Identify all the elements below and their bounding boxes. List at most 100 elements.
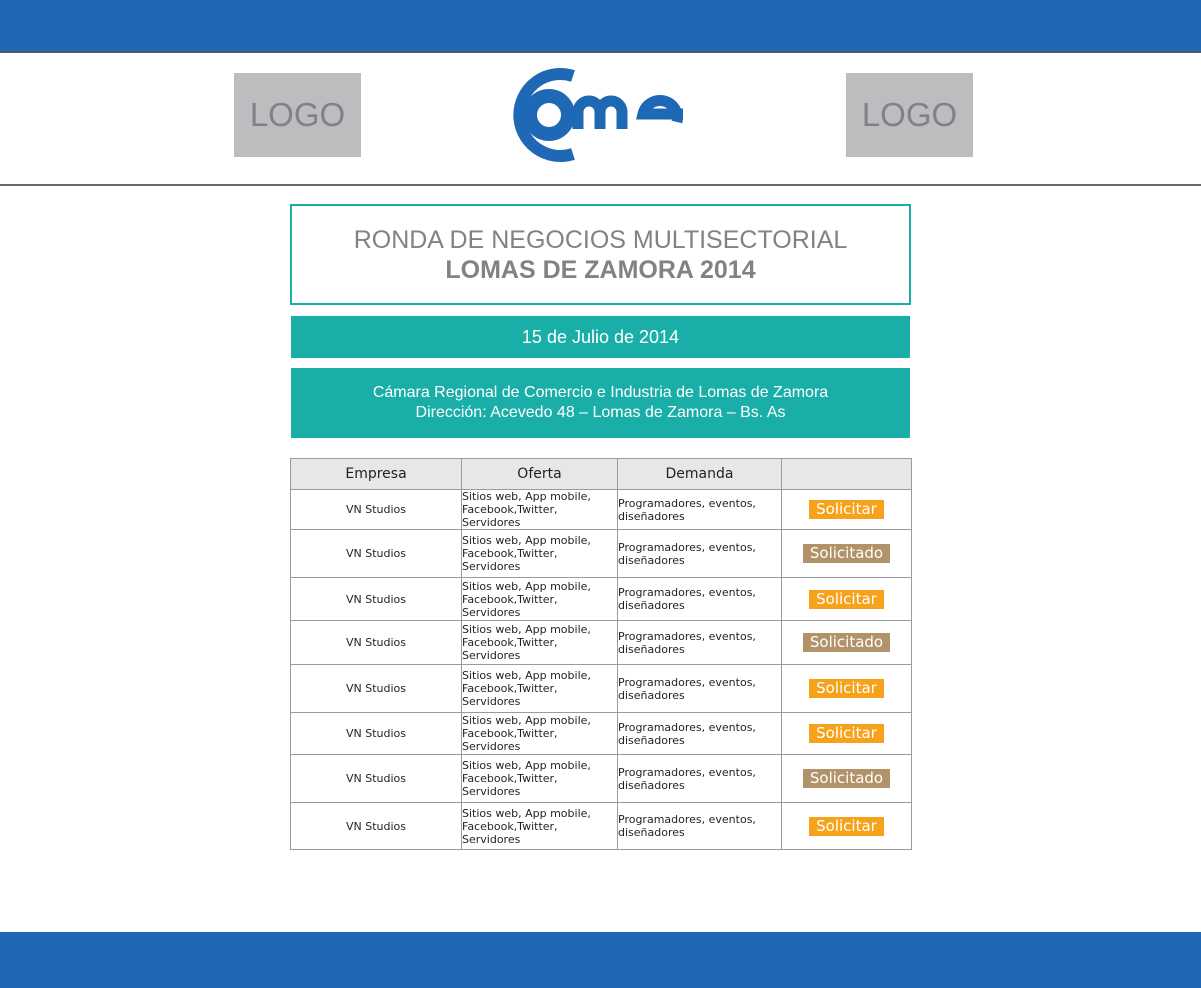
- cell-empresa: VN Studios: [290, 802, 462, 850]
- cell-empresa: VN Studios: [290, 712, 462, 755]
- cell-empresa: VN Studios: [290, 620, 462, 665]
- column-header-demanda: Demanda: [617, 458, 782, 490]
- oferta-line: Sitios web, App mobile,: [462, 714, 591, 727]
- oferta-line: Facebook,Twitter, Servidores: [462, 592, 558, 619]
- demanda-line: diseñadores: [618, 509, 685, 523]
- venue-address: Dirección: Acevedo 48 – Lomas de Zamora …: [415, 404, 786, 421]
- oferta-line: Facebook,Twitter, Servidores: [462, 636, 558, 662]
- oferta-line: Sitios web, App mobile,: [462, 806, 591, 820]
- cell-action: Solicitar: [781, 712, 912, 755]
- oferta-line: Facebook,Twitter, Servidores: [462, 503, 558, 529]
- table-row: VN Studios Sitios web, App mobile, Facebo…: [290, 529, 912, 578]
- cell-demanda: Programadores, eventos, diseñadores: [617, 529, 782, 578]
- demanda-line: Programadores, eventos,: [618, 675, 756, 689]
- cell-oferta: Sitios web, App mobile, Facebook,Twitter,…: [461, 620, 618, 665]
- cell-empresa: VN Studios: [290, 577, 462, 621]
- demanda-line: diseñadores: [618, 733, 685, 747]
- demanda-line: Programadores, eventos,: [618, 496, 756, 510]
- oferta-line: Facebook,Twitter, Servidores: [462, 682, 558, 708]
- demanda-line: Programadores, eventos,: [618, 720, 756, 734]
- demanda-line: Programadores, eventos,: [618, 629, 756, 643]
- solicitar-button[interactable]: Solicitar: [809, 724, 884, 743]
- top-bar: [0, 0, 1201, 53]
- solicitar-button[interactable]: Solicitar: [809, 679, 884, 698]
- table-row: VN Studios Sitios web, App mobile, Facebo…: [290, 620, 912, 665]
- solicitado-status-button[interactable]: Solicitado: [802, 769, 891, 788]
- oferta-line: Sitios web, App mobile,: [462, 534, 591, 547]
- cell-demanda: Programadores, eventos, diseñadores: [617, 712, 782, 755]
- cell-action: Solicitado: [781, 754, 912, 803]
- cell-demanda: Programadores, eventos, diseñadores: [617, 489, 782, 530]
- logo-placeholder-right: LOGO: [846, 73, 973, 157]
- logo-placeholder-right-label: LOGO: [861, 96, 958, 133]
- came-logo: [513, 68, 683, 162]
- cell-oferta: Sitios web, App mobile, Facebook,Twitter,…: [461, 577, 618, 621]
- oferta-line: Facebook,Twitter, Servidores: [462, 727, 558, 753]
- demanda-line: diseñadores: [618, 553, 685, 567]
- oferta-line: Facebook,Twitter, Servidores: [462, 547, 558, 573]
- bottom-bar: [0, 932, 1201, 988]
- demanda-line: diseñadores: [618, 642, 685, 656]
- table-row: VN Studios Sitios web, App mobile, Facebo…: [290, 802, 912, 850]
- demanda-line: Programadores, eventos,: [618, 813, 756, 826]
- cell-action: Solicitar: [781, 577, 912, 621]
- table-row: VN Studios Sitios web, App mobile, Facebo…: [290, 577, 912, 621]
- demanda-line: Programadores, eventos,: [618, 540, 756, 554]
- event-title-box: RONDA DE NEGOCIOS MULTISECTORIAL LOMAS D…: [290, 204, 911, 305]
- cell-demanda: Programadores, eventos, diseñadores: [617, 577, 782, 621]
- oferta-line: Facebook,Twitter, Servidores: [462, 772, 558, 798]
- demanda-line: diseñadores: [618, 826, 685, 839]
- cell-action: Solicitado: [781, 620, 912, 665]
- cell-oferta: Sitios web, App mobile, Facebook,Twitter,…: [461, 489, 618, 530]
- demanda-line: diseñadores: [618, 688, 685, 702]
- cell-demanda: Programadores, eventos, diseñadores: [617, 664, 782, 713]
- event-venue-banner: Cámara Regional de Comercio e Industria …: [291, 368, 910, 438]
- solicitar-button[interactable]: Solicitar: [809, 589, 884, 609]
- demanda-line: diseñadores: [618, 599, 685, 612]
- cell-action: Solicitar: [781, 489, 912, 530]
- cell-empresa: VN Studios: [290, 664, 462, 713]
- cell-oferta: Sitios web, App mobile, Facebook,Twitter,…: [461, 529, 618, 578]
- solicitar-button[interactable]: Solicitar: [809, 816, 884, 836]
- logo-placeholder-left: LOGO: [234, 73, 361, 157]
- column-header-oferta: Oferta: [461, 458, 618, 490]
- logo-placeholder-left-label: LOGO: [249, 96, 346, 133]
- cell-demanda: Programadores, eventos, diseñadores: [617, 754, 782, 803]
- solicitar-button[interactable]: Solicitar: [809, 500, 884, 519]
- header-divider: [0, 184, 1201, 186]
- solicitado-status-button[interactable]: Solicitado: [802, 633, 891, 652]
- cell-empresa: VN Studios: [290, 489, 462, 530]
- solicitado-status-button[interactable]: Solicitado: [802, 544, 891, 563]
- demanda-line: Programadores, eventos,: [618, 765, 756, 779]
- cell-oferta: Sitios web, App mobile, Facebook,Twitter,…: [461, 802, 618, 850]
- cell-demanda: Programadores, eventos, diseñadores: [617, 802, 782, 850]
- event-subtitle: LOMAS DE ZAMORA 2014: [445, 256, 756, 284]
- cell-empresa: VN Studios: [290, 529, 462, 578]
- cell-action: Solicitar: [781, 802, 912, 850]
- event-title: RONDA DE NEGOCIOS MULTISECTORIAL: [353, 226, 848, 254]
- cell-action: Solicitar: [781, 664, 912, 713]
- oferta-line: Sitios web, App mobile,: [462, 759, 591, 772]
- demanda-line: Programadores, eventos,: [618, 586, 756, 599]
- oferta-line: Sitios web, App mobile,: [462, 490, 591, 503]
- cell-oferta: Sitios web, App mobile, Facebook,Twitter,…: [461, 712, 618, 755]
- column-header-empresa: Empresa: [290, 458, 462, 490]
- cell-oferta: Sitios web, App mobile, Facebook,Twitter,…: [461, 664, 618, 713]
- cell-action: Solicitado: [781, 529, 912, 578]
- column-header-action: [781, 458, 912, 490]
- cell-oferta: Sitios web, App mobile, Facebook,Twitter,…: [461, 754, 618, 803]
- oferta-line: Sitios web, App mobile,: [462, 579, 591, 593]
- venue-name: Cámara Regional de Comercio e Industria …: [372, 384, 829, 401]
- oferta-line: Sitios web, App mobile,: [462, 623, 591, 636]
- table-row: VN Studios Sitios web, App mobile, Facebo…: [290, 489, 912, 530]
- event-date: 15 de Julio de 2014: [521, 326, 680, 347]
- demanda-line: diseñadores: [618, 778, 685, 792]
- table-row: VN Studios Sitios web, App mobile, Facebo…: [290, 754, 912, 803]
- oferta-line: Facebook,Twitter, Servidores: [462, 819, 558, 846]
- cell-empresa: VN Studios: [290, 754, 462, 803]
- table-row: VN Studios Sitios web, App mobile, Facebo…: [290, 664, 912, 713]
- event-date-banner: 15 de Julio de 2014: [291, 316, 910, 358]
- table-header-row: Empresa Oferta Demanda: [290, 458, 912, 490]
- cell-demanda: Programadores, eventos, diseñadores: [617, 620, 782, 665]
- table-row: VN Studios Sitios web, App mobile, Facebo…: [290, 712, 912, 755]
